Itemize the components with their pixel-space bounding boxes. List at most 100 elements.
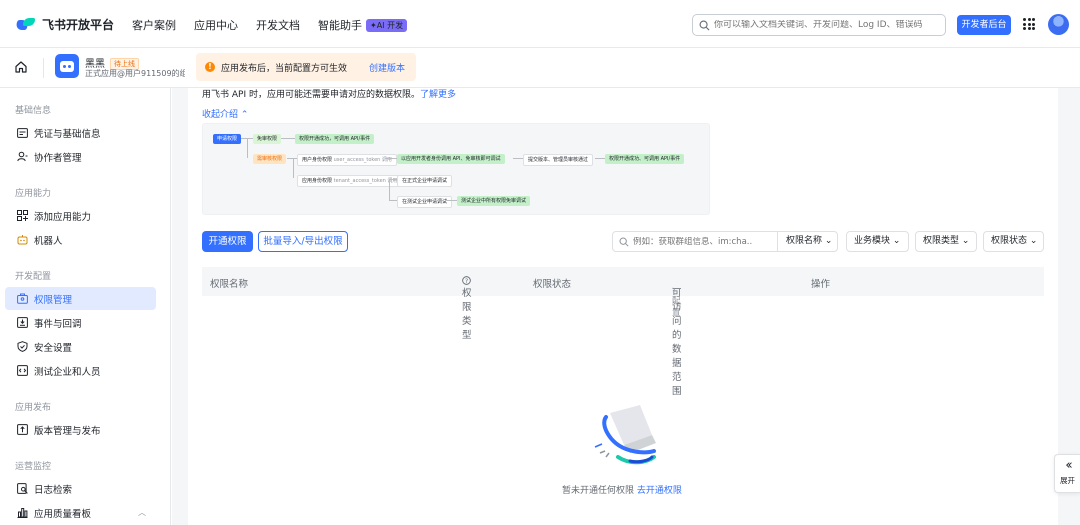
sidebar-item-quality-dashboard[interactable]: 应用质量看板 ︿ <box>5 501 156 524</box>
sidebar-item-credentials[interactable]: 凭证与基础信息 <box>5 121 156 144</box>
sidebar-item-label: 凭证与基础信息 <box>34 128 101 140</box>
flow-user-identity: 用户身份权限 user_access_token 调用 <box>297 154 397 166</box>
sidebar-item-permissions[interactable]: 权限管理 <box>5 287 156 310</box>
filter-label: 权限状态 <box>991 236 1028 246</box>
learn-more-link[interactable]: 了解更多 <box>420 90 456 100</box>
sidebar: 基础信息 凭证与基础信息 协作者管理 应用能力 添加应用能力 机器人 开发配置 … <box>0 88 171 525</box>
permission-flow-diagram: 申请权限 免审权限 权限开通成功，可调用 API/事件 需审核权限 用户身份权限… <box>202 123 710 215</box>
flow-debug-user: 以应用开发者身份调用 API、免审核即可调试 <box>397 154 505 164</box>
app-header: 黑黑 待上线 正式应用@用户911509的组织 ! 应用发布后，当前配置方可生效 … <box>0 48 1080 88</box>
search-icon <box>699 20 710 30</box>
nav-link-docs[interactable]: 开发文档 <box>256 17 300 33</box>
flow-user-identity-label: 用户身份权限 <box>302 157 333 163</box>
permission-table-header: 权限名称 权限类型 ? 权限状态 可访问的数据范围 配置 › 操作 <box>202 267 1044 397</box>
permissions-panel: 用飞书 API 时，应用可能还需要申请对应的数据权限。了解更多 收起介绍 ⌃ 申… <box>188 88 1058 525</box>
home-icon[interactable] <box>14 60 28 74</box>
sidebar-item-security[interactable]: 安全设置 <box>5 335 156 358</box>
nav-link-assistant-label: 智能助手 <box>318 19 362 32</box>
app-grid-icon[interactable] <box>1023 18 1035 30</box>
filter-label: 业务模块 <box>854 236 891 246</box>
sidebar-item-label: 应用质量看板 <box>34 508 92 520</box>
flow-app-identity: 应用身份权限 tenant_access_token 调用 <box>297 175 403 187</box>
nav-link-cases[interactable]: 客户案例 <box>132 17 176 33</box>
key-box-icon <box>16 293 28 305</box>
flow-exempt: 免审权限 <box>253 134 282 144</box>
id-card-icon <box>16 127 28 139</box>
upload-box-icon <box>16 424 28 436</box>
collapse-intro-button[interactable]: 收起介绍 ⌃ <box>202 107 248 120</box>
column-permission-type: 权限类型 ? <box>462 276 472 341</box>
sidebar-item-label: 日志检索 <box>34 484 73 496</box>
app-subtitle: 正式应用@用户911509的组织 <box>85 69 185 78</box>
chevron-down-icon: ⌄ <box>892 236 901 246</box>
sidebar-item-add-capability[interactable]: 添加应用能力 <box>5 204 156 227</box>
expand-panel-button[interactable]: ‹‹ 展开 <box>1054 454 1080 493</box>
divider <box>43 58 44 78</box>
grid-plus-icon <box>16 210 28 222</box>
ai-dev-badge: ✦AI 开发 <box>366 19 408 32</box>
chevron-up-icon: ⌃ <box>240 110 249 120</box>
sidebar-item-label: 测试企业和人员 <box>34 366 101 378</box>
brand-logo[interactable]: 飞书开放平台 <box>14 16 115 33</box>
warning-icon: ! <box>205 62 215 72</box>
open-permission-button[interactable]: 开通权限 <box>202 231 253 252</box>
nav-link-assistant[interactable]: 智能助手 ✦AI 开发 <box>318 17 408 33</box>
flow-open-ok-2: 权限开通成功、可调用 API/事件 <box>605 154 685 164</box>
robot-icon <box>16 234 28 246</box>
brand-name: 飞书开放平台 <box>42 18 115 32</box>
go-open-permission-link[interactable]: 去开通权限 <box>637 486 682 496</box>
help-icon[interactable]: ? <box>462 276 471 285</box>
intro-line: 用飞书 API 时，应用可能还需要申请对应的数据权限。 <box>202 90 420 100</box>
sidebar-item-label: 事件与回调 <box>34 318 82 330</box>
doc-search-box[interactable] <box>692 14 946 36</box>
collapse-label: 收起介绍 <box>202 110 239 120</box>
expand-label: 展开 <box>1060 476 1075 485</box>
sidebar-section-release: 应用发布 <box>15 403 52 413</box>
notice-text: 应用发布后，当前配置方可生效 <box>221 63 348 74</box>
publish-notice-banner: ! 应用发布后，当前配置方可生效 创建版本 <box>196 53 416 81</box>
shield-icon <box>16 341 28 353</box>
sidebar-item-label: 机器人 <box>34 235 63 247</box>
chevron-up-icon[interactable]: ︿ <box>138 507 146 518</box>
developer-console-button[interactable]: 开发者后台 <box>957 15 1011 35</box>
sidebar-section-monitoring: 运营监控 <box>15 462 52 472</box>
nav-link-app-center[interactable]: 应用中心 <box>194 17 238 33</box>
sidebar-section-capability: 应用能力 <box>15 189 52 199</box>
chevron-down-icon: ⌄ <box>1029 236 1038 246</box>
log-search-icon <box>16 483 28 495</box>
column-permission-status: 权限状态 <box>533 279 572 290</box>
sidebar-item-label: 协作者管理 <box>34 152 82 164</box>
sidebar-item-collaborators[interactable]: 协作者管理 <box>5 145 156 168</box>
batch-import-export-button[interactable]: 批量导入/导出权限 <box>258 231 348 252</box>
flow-open-ok: 权限开通成功，可调用 API/事件 <box>295 134 375 144</box>
configure-link[interactable]: 配置 › <box>672 285 681 318</box>
column-permission-name: 权限名称 <box>210 279 249 290</box>
user-avatar[interactable] <box>1048 14 1069 35</box>
flow-tenant-token: tenant_access_token 调用 <box>333 178 398 184</box>
sidebar-item-bot[interactable]: 机器人 <box>5 228 156 251</box>
sidebar-item-versions[interactable]: 版本管理与发布 <box>5 418 156 441</box>
sidebar-item-logs[interactable]: 日志检索 <box>5 477 156 500</box>
svg-text:?: ? <box>465 278 468 285</box>
sidebar-item-events[interactable]: 事件与回调 <box>5 311 156 334</box>
permission-search-input[interactable] <box>633 236 753 247</box>
sidebar-item-label: 添加应用能力 <box>34 211 92 223</box>
filter-permission-type[interactable]: 权限类型 ⌄ <box>915 231 977 252</box>
filter-label: 权限类型 <box>923 236 960 246</box>
sidebar-section-basic: 基础信息 <box>15 106 52 116</box>
filter-permission-status[interactable]: 权限状态 ⌄ <box>983 231 1044 252</box>
search-scope-value: 权限名称 <box>786 236 823 246</box>
flow-prod-debug: 在正式企业申请调试 <box>397 175 453 187</box>
permission-search-box[interactable]: 权限名称 ⌄ <box>612 231 838 252</box>
create-version-link[interactable]: 创建版本 <box>369 61 405 74</box>
filter-business-module[interactable]: 业务模块 ⌄ <box>846 231 909 252</box>
app-robot-icon <box>55 54 79 78</box>
sidebar-item-test-tenants[interactable]: 测试企业和人员 <box>5 359 156 382</box>
code-box-icon <box>16 365 28 377</box>
search-scope-select[interactable]: 权限名称 ⌄ <box>777 232 839 251</box>
sidebar-item-label: 权限管理 <box>34 294 73 306</box>
doc-search-input[interactable] <box>714 20 939 30</box>
bar-chart-icon <box>16 507 28 519</box>
search-icon <box>619 237 629 247</box>
flow-test-debug: 在测试企业申请调试 <box>397 196 453 208</box>
